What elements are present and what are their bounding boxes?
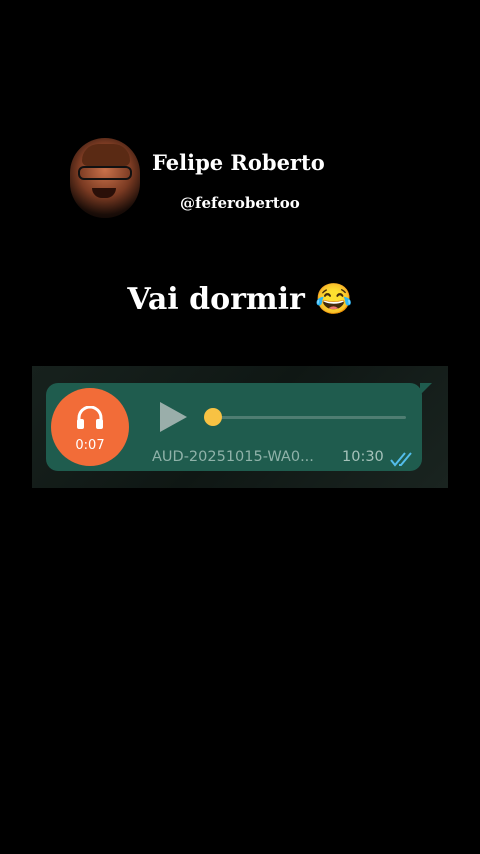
audio-filename: AUD-20251015-WA0... bbox=[152, 449, 314, 465]
bubble-tail bbox=[420, 383, 432, 395]
audio-avatar: 0:07 bbox=[51, 388, 129, 466]
profile-handle: @feferobertoo bbox=[180, 194, 300, 212]
caption-text: Vai dormir bbox=[127, 282, 305, 317]
profile-name: Felipe Roberto bbox=[152, 150, 325, 175]
audio-progress-track[interactable] bbox=[206, 416, 406, 419]
headphones-icon bbox=[77, 406, 103, 429]
audio-message-bubble[interactable]: 0:07 AUD-20251015-WA0... 10:30 bbox=[46, 383, 432, 471]
play-icon[interactable] bbox=[158, 401, 188, 433]
caption: Vai dormir 😂 bbox=[0, 282, 480, 317]
double-check-icon bbox=[390, 452, 412, 467]
audio-progress-thumb[interactable] bbox=[204, 408, 222, 426]
message-time: 10:30 bbox=[342, 449, 384, 465]
profile-header: Felipe Roberto @feferobertoo bbox=[70, 138, 370, 220]
avatar bbox=[70, 138, 140, 218]
laughing-emoji: 😂 bbox=[315, 282, 353, 317]
audio-duration: 0:07 bbox=[75, 438, 105, 453]
